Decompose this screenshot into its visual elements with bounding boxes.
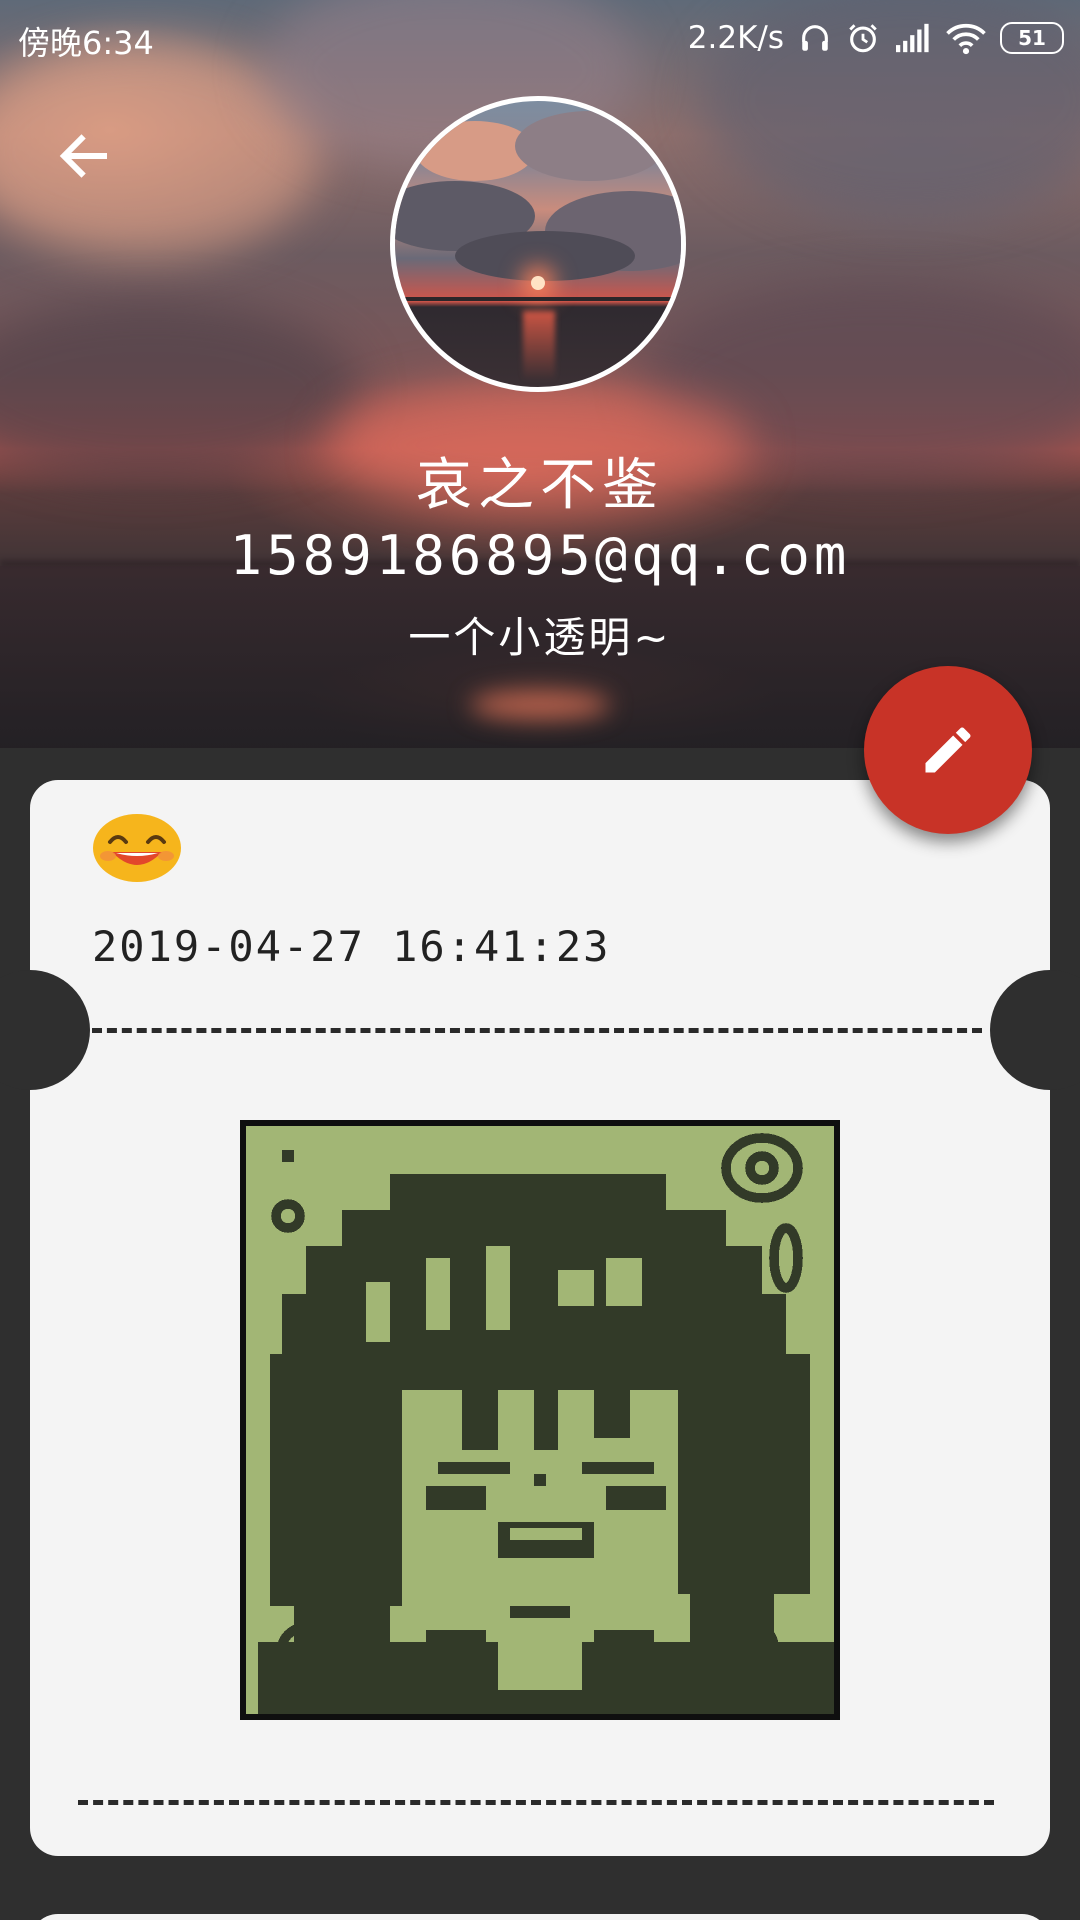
dashed-divider-bottom bbox=[78, 1800, 994, 1805]
arrow-left-icon bbox=[59, 134, 107, 178]
alarm-icon bbox=[849, 24, 877, 53]
user-bio: 一个小透明~ bbox=[408, 613, 672, 662]
edit-profile-button[interactable] bbox=[864, 666, 1032, 834]
signal-icon bbox=[896, 23, 929, 53]
pencil-icon bbox=[925, 727, 971, 773]
headphones-icon bbox=[802, 25, 828, 51]
wifi-icon bbox=[946, 23, 986, 55]
status-bar: 傍晚6:34 2.2K/s 51 bbox=[0, 0, 1080, 76]
dashed-divider-top bbox=[92, 1028, 982, 1033]
user-name: 哀之不鉴 bbox=[416, 453, 664, 518]
entry-datetime: 2019-04-27 16:41:23 bbox=[92, 922, 611, 971]
user-avatar[interactable] bbox=[390, 96, 686, 392]
screen: 傍晚6:34 2.2K/s 51 哀之不鉴 1589186895@qq.com … bbox=[0, 0, 1080, 1920]
entry-image[interactable] bbox=[240, 1120, 840, 1720]
network-speed: 2.2K/s bbox=[687, 20, 784, 56]
status-icons: 2.2K/s 51 bbox=[688, 16, 1064, 60]
back-button[interactable] bbox=[54, 126, 114, 186]
next-entry-card[interactable] bbox=[30, 1914, 1050, 1920]
battery-level: 51 bbox=[1018, 26, 1046, 50]
mood-emoji-icon bbox=[92, 808, 182, 882]
battery-indicator: 51 bbox=[1000, 22, 1064, 54]
user-email: 1589186895@qq.com bbox=[229, 524, 851, 587]
status-time: 傍晚6:34 bbox=[18, 24, 154, 62]
